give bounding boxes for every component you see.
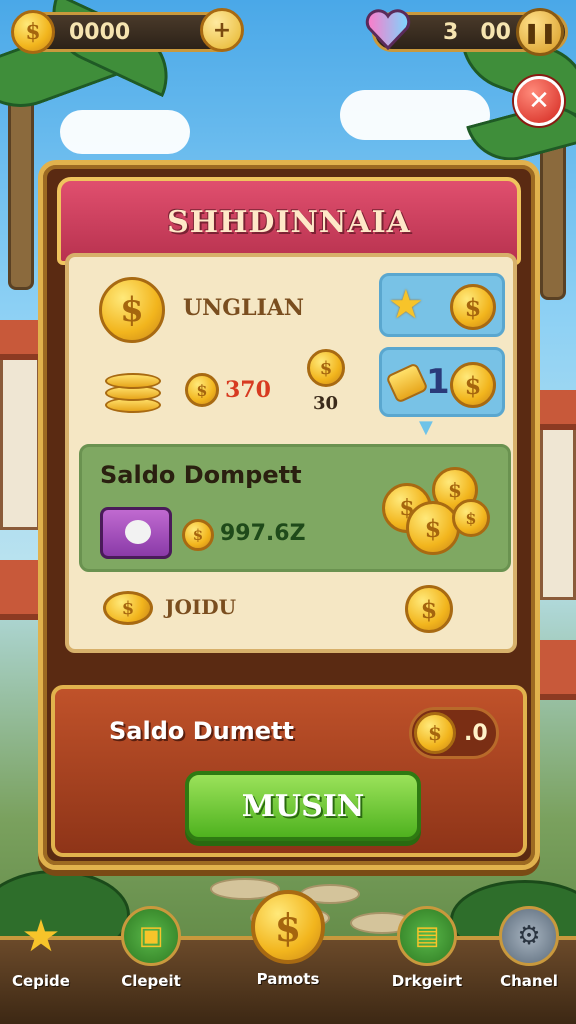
nav-label: Pamots	[256, 970, 320, 988]
coin-icon: $	[103, 591, 153, 625]
nav-item-drkgeirt[interactable]: ▤ Drkgeirt	[372, 906, 482, 990]
wallet-value: 997.6Z	[220, 521, 306, 546]
chevron-down-icon: ▼	[419, 417, 433, 438]
gear-icon: ⚙	[499, 906, 559, 966]
nav-label: Cepide	[12, 972, 70, 990]
coin-pile-icon: $ $ $ $	[382, 467, 492, 557]
coin-icon: $	[11, 10, 55, 54]
balance-label: Saldo Dumett	[109, 717, 294, 745]
coin-stack-icon	[105, 365, 165, 415]
row2-side-value: 30	[313, 393, 339, 414]
roof	[540, 640, 576, 700]
heart-icon	[364, 6, 412, 52]
coin-icon: $	[185, 373, 219, 407]
house	[540, 420, 576, 600]
roof	[0, 560, 40, 620]
coin-icon: $	[307, 349, 345, 387]
confirm-button[interactable]: MUSIN	[185, 771, 421, 841]
nav-label: Drkgeirt	[391, 972, 463, 990]
wallet-balance-box: Saldo Dompett $ 997.6Z $ $ $ $	[79, 444, 511, 572]
reward-card-value: 1	[426, 362, 450, 402]
balance-value: .0	[464, 721, 488, 746]
wallet-icon	[100, 507, 172, 559]
lives-value: 3	[443, 19, 459, 45]
coin-icon: $	[182, 519, 214, 551]
coin-icon: $	[414, 712, 456, 754]
close-icon: ✕	[528, 86, 550, 116]
nav-label: Clepeit	[121, 972, 181, 990]
pause-button[interactable]: ❚❚	[516, 8, 564, 56]
row2-value: 370	[225, 377, 271, 403]
row1-label: UNGLIAN	[183, 295, 305, 321]
add-coins-button[interactable]: +	[200, 8, 244, 52]
reward-card-star[interactable]: ★ $	[379, 273, 505, 337]
nav-label: Chanel	[500, 972, 558, 990]
balance-pill: $ .0	[409, 707, 499, 759]
nav-item-chanel[interactable]: ⚙ Chanel	[474, 906, 576, 990]
coin-icon: $	[251, 890, 325, 964]
reward-card-bar[interactable]: 1 $	[379, 347, 505, 417]
cloud	[60, 110, 190, 154]
coin-icon: $	[450, 362, 496, 408]
shop-panel: SHHDINNAIA $ UNGLIAN ★ $ 1 $ ▼ $ 370 $ 3…	[38, 160, 540, 870]
star-icon: ★	[21, 910, 61, 962]
bottom-nav: ★ Cepide ▣ Clepeit $ Pamots ▤ Drkgeirt ⚙…	[0, 890, 576, 1024]
panel-title: SHHDINNAIA	[167, 205, 411, 240]
star-icon: ★	[388, 282, 424, 328]
house	[0, 350, 40, 530]
shop-icon: ▣	[121, 906, 181, 966]
coin-icon: $	[99, 277, 165, 343]
plus-icon: +	[212, 17, 232, 43]
row4-label: JOIDU	[165, 595, 237, 619]
nav-item-clepeit[interactable]: ▣ Clepeit	[96, 906, 206, 990]
nav-item-cepide[interactable]: ★ Cepide	[0, 906, 96, 991]
nav-item-pamots[interactable]: $ Pamots	[233, 890, 343, 988]
lives-value-secondary: 00	[480, 19, 511, 45]
pause-icon: ❚❚	[523, 20, 557, 44]
panel-header: SHHDINNAIA	[57, 177, 521, 265]
coin-icon: $	[450, 284, 496, 330]
coin-counter-value: 0000	[69, 19, 131, 45]
wallet-title: Saldo Dompett	[100, 461, 302, 489]
roof	[536, 390, 576, 430]
coin-icon: $	[405, 585, 453, 633]
panel-body: $ UNGLIAN ★ $ 1 $ ▼ $ 370 $ 30 Saldo Dom…	[65, 253, 517, 653]
gold-bar-icon	[385, 362, 429, 404]
balance-section: Saldo Dumett $ .0 MUSIN	[51, 685, 527, 857]
card-icon: ▤	[397, 906, 457, 966]
close-button[interactable]: ✕	[514, 76, 564, 126]
